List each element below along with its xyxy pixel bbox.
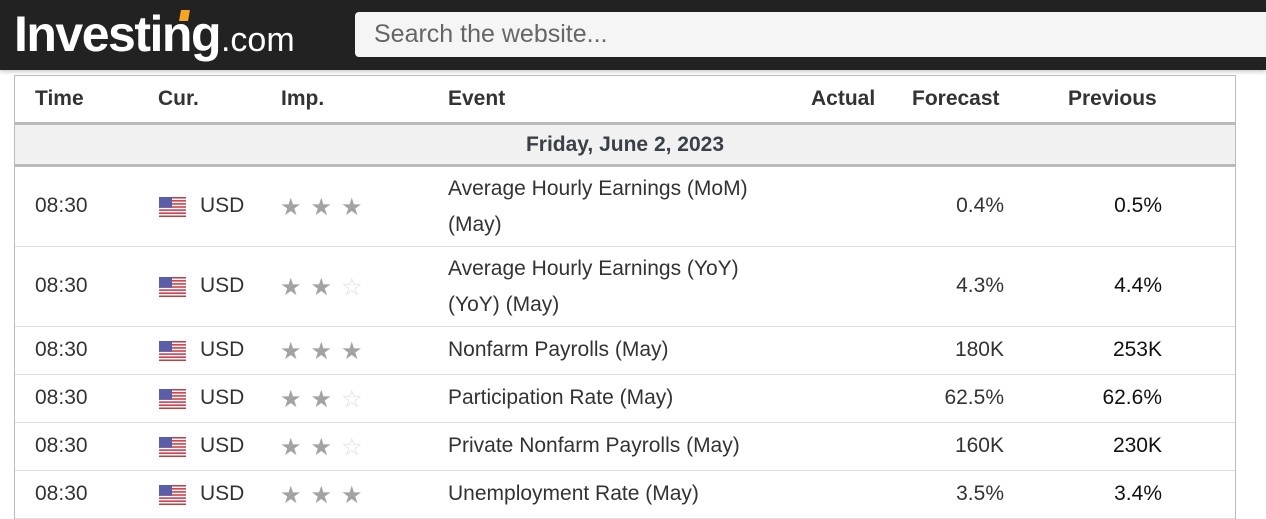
event-forecast: 62.5% — [944, 386, 1004, 409]
event-forecast: 3.5% — [956, 482, 1004, 505]
table-row[interactable]: 08:30 USD ★ ★ ★ Unemployment Rate (May) 3.5% 3.… — [15, 471, 1235, 519]
star-filled-icon: ★ — [310, 194, 333, 221]
importance-rating: ★ ★ ★ — [280, 340, 363, 364]
column-header-forecast[interactable]: Forecast — [912, 76, 1000, 122]
importance-rating: ★ ★ ☆ — [280, 436, 363, 460]
importance-rating: ★ ★ ★ — [280, 196, 363, 220]
star-filled-icon: ★ — [280, 386, 302, 413]
event-name-link[interactable]: Participation Rate (May) — [448, 385, 788, 411]
star-filled-icon: ★ — [280, 482, 302, 509]
event-name-link[interactable]: Nonfarm Payrolls (May) — [448, 337, 788, 363]
event-currency: USD — [200, 194, 245, 217]
star-filled-icon: ★ — [341, 194, 363, 221]
us-flag-icon — [159, 485, 186, 506]
event-time: 08:30 — [35, 482, 88, 505]
event-previous: 253K — [1112, 338, 1162, 361]
economic-calendar-table: Time Cur. Imp. Event Actual Forecast Pre… — [14, 75, 1236, 519]
event-currency: USD — [200, 338, 245, 361]
event-forecast: 180K — [954, 338, 1004, 361]
table-header: Time Cur. Imp. Event Actual Forecast Pre… — [15, 76, 1235, 125]
event-name-link[interactable]: Average Hourly Earnings (MoM) (May) — [448, 171, 788, 243]
importance-rating: ★ ★ ★ — [280, 484, 363, 508]
event-forecast: 160K — [954, 434, 1004, 457]
us-flag-icon — [159, 197, 186, 218]
table-row[interactable]: 08:30 USD ★ ★ ☆ Private Nonfarm Payrolls (May… — [15, 423, 1235, 471]
table-row[interactable]: 08:30 USD ★ ★ ☆ Participation Rate (May) 62.5%… — [15, 375, 1235, 423]
date-separator-row: Friday, June 2, 2023 — [15, 125, 1235, 167]
star-empty-icon: ☆ — [341, 434, 363, 461]
event-forecast: 4.3% — [956, 274, 1004, 297]
column-header-event[interactable]: Event — [448, 76, 505, 122]
star-filled-icon: ★ — [341, 338, 363, 365]
us-flag-icon — [159, 341, 186, 362]
star-empty-icon: ☆ — [341, 386, 363, 413]
investing-logo[interactable]: Investing .com — [14, 4, 295, 64]
event-name-link[interactable]: Average Hourly Earnings (YoY) (YoY) (May… — [448, 251, 788, 323]
event-time: 08:30 — [35, 434, 88, 457]
importance-rating: ★ ★ ☆ — [280, 276, 363, 300]
star-filled-icon: ★ — [280, 274, 302, 301]
search-input[interactable] — [355, 12, 1266, 57]
event-name-link[interactable]: Unemployment Rate (May) — [448, 481, 788, 507]
star-filled-icon: ★ — [310, 386, 333, 413]
star-filled-icon: ★ — [310, 274, 333, 301]
event-previous: 3.4% — [1114, 482, 1162, 505]
star-empty-icon: ☆ — [341, 274, 363, 301]
event-previous: 230K — [1112, 434, 1162, 457]
top-bar: Investing .com — [0, 0, 1266, 70]
column-header-importance[interactable]: Imp. — [281, 76, 324, 122]
event-time: 08:30 — [35, 338, 88, 361]
star-filled-icon: ★ — [310, 338, 333, 365]
event-currency: USD — [200, 434, 245, 457]
importance-rating: ★ ★ ☆ — [280, 388, 363, 412]
column-header-time[interactable]: Time — [35, 76, 84, 122]
column-header-actual[interactable]: Actual — [811, 76, 875, 122]
logo-suffix-text: .com — [220, 21, 295, 59]
event-previous: 62.6% — [1102, 386, 1162, 409]
star-filled-icon: ★ — [341, 482, 363, 509]
event-forecast: 0.4% — [956, 194, 1004, 217]
us-flag-icon — [159, 389, 186, 410]
event-time: 08:30 — [35, 194, 88, 217]
table-row[interactable]: 08:30 USD ★ ★ ★ Average Hourly Earnings (MoM)… — [15, 167, 1235, 247]
us-flag-icon — [159, 277, 186, 298]
event-previous: 0.5% — [1114, 194, 1162, 217]
star-filled-icon: ★ — [280, 434, 302, 461]
star-filled-icon: ★ — [280, 194, 302, 221]
column-header-currency[interactable]: Cur. — [158, 76, 199, 122]
event-currency: USD — [200, 274, 245, 297]
star-filled-icon: ★ — [310, 434, 333, 461]
table-row[interactable]: 08:30 USD ★ ★ ☆ Average Hourly Earnings (YoY)… — [15, 247, 1235, 327]
table-row[interactable]: 08:30 USD ★ ★ ★ Nonfarm Payrolls (May) 180K 253… — [15, 327, 1235, 375]
event-currency: USD — [200, 482, 245, 505]
table-body: 08:30 USD ★ ★ ★ Average Hourly Earnings (MoM)… — [15, 167, 1235, 519]
star-filled-icon: ★ — [280, 338, 302, 365]
star-filled-icon: ★ — [310, 482, 333, 509]
us-flag-icon — [159, 437, 186, 458]
event-time: 08:30 — [35, 274, 88, 297]
event-currency: USD — [200, 386, 245, 409]
event-name-link[interactable]: Private Nonfarm Payrolls (May) — [448, 433, 788, 459]
event-time: 08:30 — [35, 386, 88, 409]
event-previous: 4.4% — [1114, 274, 1162, 297]
column-header-previous[interactable]: Previous — [1068, 76, 1157, 122]
